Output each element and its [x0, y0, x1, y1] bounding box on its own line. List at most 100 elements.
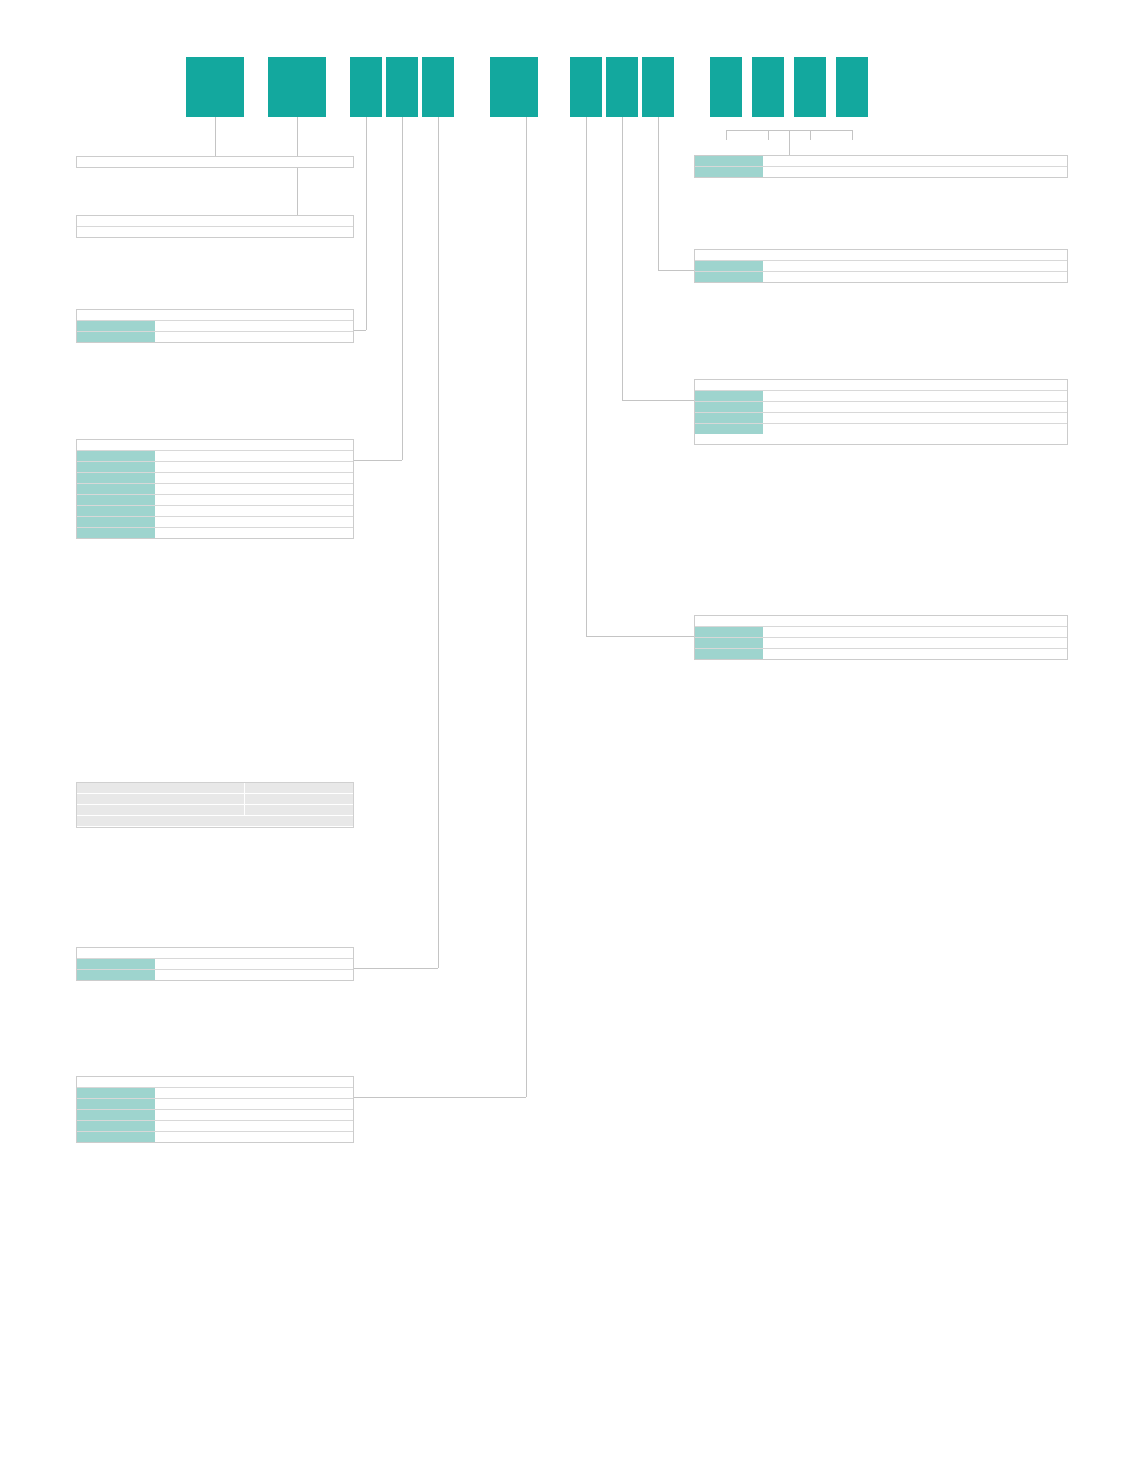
output-title — [77, 310, 353, 320]
code-block-7[interactable] — [606, 57, 638, 117]
resolution-cpr-5 — [243, 517, 353, 527]
output-desc-0 — [155, 321, 353, 331]
table-row — [77, 332, 353, 342]
cable-options-desc-0 — [763, 627, 1067, 637]
table-row — [77, 1110, 353, 1121]
table-row — [77, 310, 353, 321]
table-row — [695, 272, 1067, 282]
connector-line — [354, 460, 402, 461]
table-header-row — [77, 451, 353, 462]
cable-options-desc-1 — [763, 638, 1067, 648]
resolution-code-2 — [77, 484, 155, 494]
resolution-cpr-1 — [243, 473, 353, 483]
rotor-code-1 — [695, 272, 763, 282]
cable-length-code-0 — [695, 391, 763, 401]
code-block-10[interactable] — [752, 57, 784, 117]
code-block-12[interactable] — [836, 57, 868, 117]
table-row — [77, 805, 353, 816]
table-cable-options — [694, 615, 1068, 660]
code-block-8[interactable] — [642, 57, 674, 117]
cable-length-code-1 — [695, 402, 763, 412]
connector-line — [366, 117, 367, 330]
table-cable-length — [694, 379, 1068, 445]
cable-length-footer — [695, 434, 1067, 444]
resolution-code-0 — [77, 462, 155, 472]
table-row — [77, 528, 353, 538]
cable-length-desc-2 — [763, 413, 1067, 423]
resolution-code-5 — [77, 517, 155, 527]
code-block-0[interactable] — [186, 57, 244, 117]
table-row — [77, 1132, 353, 1142]
resolution-code-4 — [77, 506, 155, 516]
table-row — [77, 970, 353, 980]
table-resolution — [76, 439, 354, 539]
connector-line — [215, 117, 216, 156]
table-row — [77, 948, 353, 959]
custom-code-0 — [695, 156, 763, 166]
table-shaft-turn-counter — [76, 1076, 354, 1143]
connector-line — [526, 117, 527, 1097]
connector-line — [586, 636, 694, 637]
code-block-11[interactable] — [794, 57, 826, 117]
custom-code-1 — [695, 167, 763, 177]
table-row — [77, 216, 353, 227]
model-name-2 — [77, 805, 245, 815]
product-line-title — [77, 157, 353, 167]
model-name-1 — [77, 794, 245, 804]
shaft-code-0 — [77, 1088, 155, 1098]
table-row — [77, 816, 353, 827]
code-separator-3 — [538, 57, 570, 117]
model-name-0 — [77, 783, 245, 793]
table-row — [77, 440, 353, 451]
resolution-title — [77, 440, 353, 450]
table-row — [77, 462, 353, 473]
table-row — [77, 1088, 353, 1099]
table-row — [695, 380, 1067, 391]
shaft-turn-title — [77, 1077, 353, 1087]
code-block-6[interactable] — [570, 57, 602, 117]
resolution-header-code — [77, 451, 155, 461]
table-row — [695, 156, 1067, 167]
shaft-desc-4 — [155, 1132, 353, 1142]
custom-desc-1 — [763, 167, 1067, 177]
rotor-desc-1 — [763, 272, 1067, 282]
resolution-bit-2 — [155, 484, 243, 494]
code-block-3[interactable] — [386, 57, 418, 117]
output-desc-1 — [155, 332, 353, 342]
table-outer-diameter — [76, 215, 354, 238]
cable-options-desc-2 — [763, 649, 1067, 659]
table-row — [77, 1099, 353, 1110]
connector-line — [768, 130, 769, 140]
table-rotor-type — [694, 249, 1068, 283]
table-row — [77, 517, 353, 528]
resolution-cpr-6 — [243, 528, 353, 538]
cable-length-title — [695, 380, 1067, 390]
code-block-1[interactable] — [268, 57, 326, 117]
table-row — [695, 261, 1067, 272]
connector-line — [438, 117, 439, 968]
output-code-0 — [77, 321, 155, 331]
resolution-header-cpr — [243, 451, 353, 461]
bit-desc-1 — [155, 970, 353, 980]
code-block-4[interactable] — [422, 57, 454, 117]
table-row — [695, 250, 1067, 261]
code-separator-4 — [674, 57, 710, 117]
table-row — [77, 506, 353, 517]
code-block-2[interactable] — [350, 57, 382, 117]
resolution-bit-4 — [155, 506, 243, 516]
code-separator-2 — [454, 57, 490, 117]
resolution-bit-0 — [155, 462, 243, 472]
code-block-9[interactable] — [710, 57, 742, 117]
connector-line — [658, 117, 659, 270]
cable-length-code-2 — [695, 413, 763, 423]
code-block-5[interactable] — [490, 57, 538, 117]
connector-line — [622, 400, 694, 401]
output-code-1 — [77, 332, 155, 342]
resolution-cpr-0 — [243, 462, 353, 472]
table-row — [695, 434, 1067, 444]
model-bits-0 — [245, 783, 353, 793]
connector-line — [622, 117, 623, 400]
table-row — [695, 413, 1067, 424]
connector-line — [354, 330, 366, 331]
resolution-code-3 — [77, 495, 155, 505]
